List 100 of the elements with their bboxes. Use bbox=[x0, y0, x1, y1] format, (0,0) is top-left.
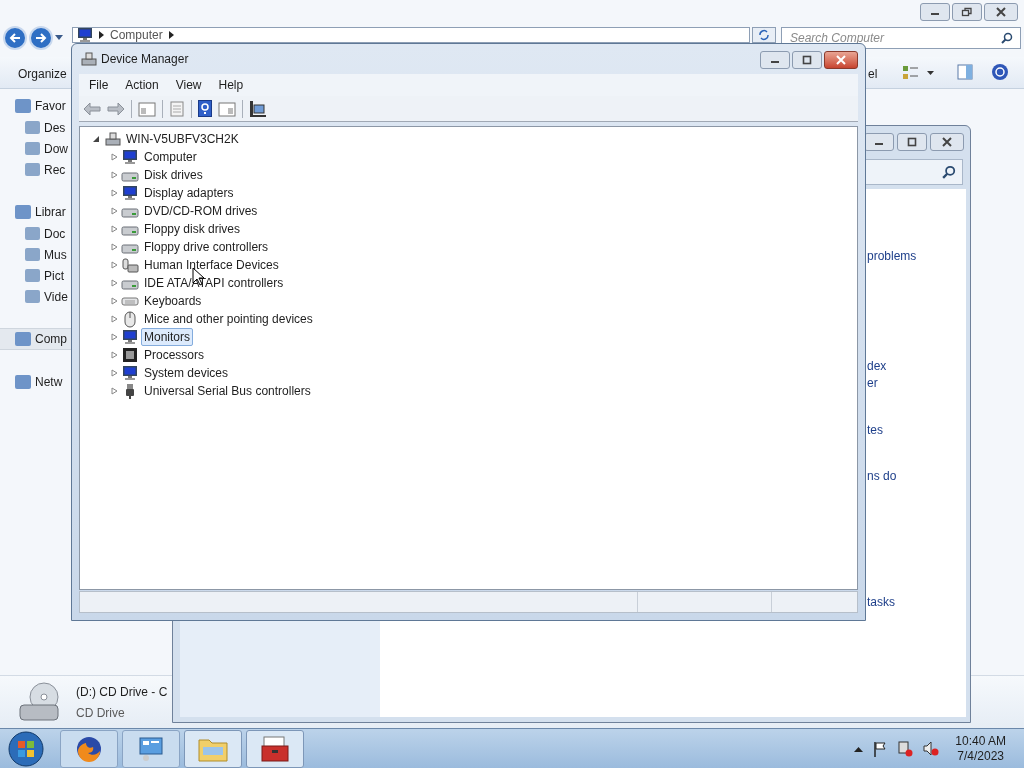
collapse-arrow-icon[interactable] bbox=[92, 135, 100, 143]
close-icon bbox=[941, 137, 953, 147]
task-link[interactable]: tes bbox=[867, 421, 883, 439]
expand-arrow-icon[interactable] bbox=[111, 315, 119, 323]
min-button[interactable] bbox=[920, 3, 950, 21]
task-link[interactable]: problems bbox=[867, 247, 917, 265]
tree-item[interactable]: Disk drives bbox=[141, 166, 206, 184]
folder-icon bbox=[15, 375, 31, 389]
expand-arrow-icon[interactable] bbox=[111, 333, 119, 341]
refresh-button[interactable] bbox=[752, 27, 776, 43]
menu-item[interactable]: Help bbox=[212, 76, 250, 94]
expand-arrow-icon[interactable] bbox=[111, 387, 119, 395]
computer-icon bbox=[122, 149, 138, 165]
tree-item[interactable]: Mice and other pointing devices bbox=[141, 310, 316, 328]
tree-item[interactable]: IDE ATA/ATAPI controllers bbox=[141, 274, 287, 292]
back-button[interactable] bbox=[3, 26, 27, 50]
sidebar-item[interactable]: Des bbox=[0, 117, 71, 138]
tree-item[interactable]: Floppy drive controllers bbox=[141, 238, 272, 256]
expand-arrow-icon[interactable] bbox=[111, 171, 119, 179]
start-button[interactable] bbox=[6, 729, 46, 768]
menu-item[interactable]: Action bbox=[119, 76, 165, 94]
folder-icon bbox=[25, 269, 40, 282]
address-bar[interactable]: Computer bbox=[72, 27, 750, 43]
network-icon[interactable] bbox=[897, 740, 914, 757]
close-button[interactable] bbox=[930, 133, 964, 151]
tree-item[interactable]: Keyboards bbox=[141, 292, 205, 310]
expand-arrow-icon[interactable] bbox=[111, 243, 119, 251]
sidebar-item[interactable]: Comp bbox=[0, 328, 71, 350]
tree-item[interactable]: Computer bbox=[141, 148, 200, 166]
max-button[interactable] bbox=[792, 51, 822, 69]
taskbar-button[interactable] bbox=[246, 729, 304, 768]
close-button[interactable] bbox=[984, 3, 1018, 21]
scan-hardware-icon[interactable] bbox=[249, 99, 267, 118]
sidebar-item[interactable]: Vide bbox=[0, 286, 71, 307]
sidebar-item[interactable]: Dow bbox=[0, 138, 71, 159]
tree-item[interactable]: Floppy disk drives bbox=[141, 220, 244, 238]
taskbar-button[interactable] bbox=[122, 729, 180, 768]
dropdown-arrow-icon[interactable] bbox=[55, 35, 63, 41]
sidebar-item[interactable]: Netw bbox=[0, 371, 71, 393]
expand-arrow-icon[interactable] bbox=[111, 207, 119, 215]
globe-icon bbox=[75, 734, 103, 763]
min-button[interactable] bbox=[864, 133, 894, 151]
sidebar-item[interactable]: Rec bbox=[0, 159, 71, 180]
right-arrow-icon bbox=[35, 33, 47, 43]
task-link[interactable]: tasks bbox=[867, 593, 895, 611]
breadcrumb-arrow-icon bbox=[168, 31, 174, 39]
back-arrow-icon[interactable] bbox=[83, 101, 101, 116]
sidebar-item[interactable]: Mus bbox=[0, 244, 71, 265]
menu-item[interactable]: File bbox=[83, 76, 115, 94]
search-field[interactable] bbox=[865, 159, 963, 185]
folder-icon bbox=[25, 142, 40, 155]
muted-speaker-icon[interactable] bbox=[923, 740, 940, 757]
expand-arrow-icon[interactable] bbox=[111, 189, 119, 197]
restore-button[interactable] bbox=[952, 3, 982, 21]
expand-arrow-icon[interactable] bbox=[111, 351, 119, 359]
monitor-icon bbox=[122, 329, 138, 345]
restore-icon bbox=[961, 7, 973, 17]
expand-arrow-icon[interactable] bbox=[111, 261, 119, 269]
expand-arrow-icon[interactable] bbox=[111, 369, 119, 377]
flag-icon[interactable] bbox=[873, 740, 888, 757]
search-field[interactable]: Search Computer bbox=[781, 27, 1021, 49]
max-button[interactable] bbox=[897, 133, 927, 151]
organize-button[interactable]: Organize bbox=[18, 65, 67, 83]
close-button[interactable] bbox=[824, 51, 858, 69]
tree-item[interactable]: DVD/CD-ROM drives bbox=[141, 202, 261, 220]
folder-icon bbox=[25, 227, 40, 240]
forward-arrow-icon[interactable] bbox=[107, 101, 125, 116]
sidebar-item[interactable]: Librar bbox=[0, 201, 71, 223]
tree-item[interactable]: Human Interface Devices bbox=[141, 256, 282, 274]
expand-arrow-icon[interactable] bbox=[111, 153, 119, 161]
clock[interactable]: 10:40 AM 7/4/2023 bbox=[955, 733, 1006, 764]
folder-icon bbox=[15, 205, 31, 219]
drive-type: CD Drive bbox=[76, 704, 126, 722]
min-button[interactable] bbox=[760, 51, 790, 69]
task-link[interactable]: er bbox=[867, 374, 878, 392]
sidebar-item[interactable]: Pict bbox=[0, 265, 71, 286]
tree-item[interactable]: Monitors bbox=[141, 328, 193, 346]
refresh-icon bbox=[758, 29, 770, 41]
tree-item[interactable]: System devices bbox=[141, 364, 232, 382]
view-options-icon[interactable] bbox=[902, 65, 936, 81]
expand-arrow-icon[interactable] bbox=[111, 297, 119, 305]
sidebar-item[interactable]: Favor bbox=[0, 95, 71, 117]
left-arrow-icon bbox=[9, 33, 21, 43]
sidebar-item[interactable]: Doc bbox=[0, 223, 71, 244]
tree-item[interactable]: Universal Serial Bus controllers bbox=[141, 382, 314, 400]
menu-item[interactable]: View bbox=[169, 76, 208, 94]
forward-button[interactable] bbox=[29, 26, 53, 50]
tree-item[interactable]: Processors bbox=[141, 346, 208, 364]
task-link[interactable]: ns do bbox=[867, 467, 897, 485]
task-link[interactable]: dex bbox=[867, 357, 887, 375]
expand-arrow-icon[interactable] bbox=[111, 225, 119, 233]
computer-icon bbox=[77, 27, 93, 43]
maximize-icon bbox=[801, 55, 813, 65]
breadcrumb[interactable]: Computer bbox=[110, 26, 163, 44]
taskbar-button[interactable] bbox=[60, 729, 118, 768]
tree-root[interactable]: WIN-V5UBFV3CH2K bbox=[126, 130, 239, 148]
show-hidden-icons-arrow[interactable] bbox=[854, 745, 864, 752]
toolbar-button[interactable]: el bbox=[868, 65, 878, 83]
expand-arrow-icon[interactable] bbox=[111, 279, 119, 287]
tree-item[interactable]: Display adapters bbox=[141, 184, 237, 202]
